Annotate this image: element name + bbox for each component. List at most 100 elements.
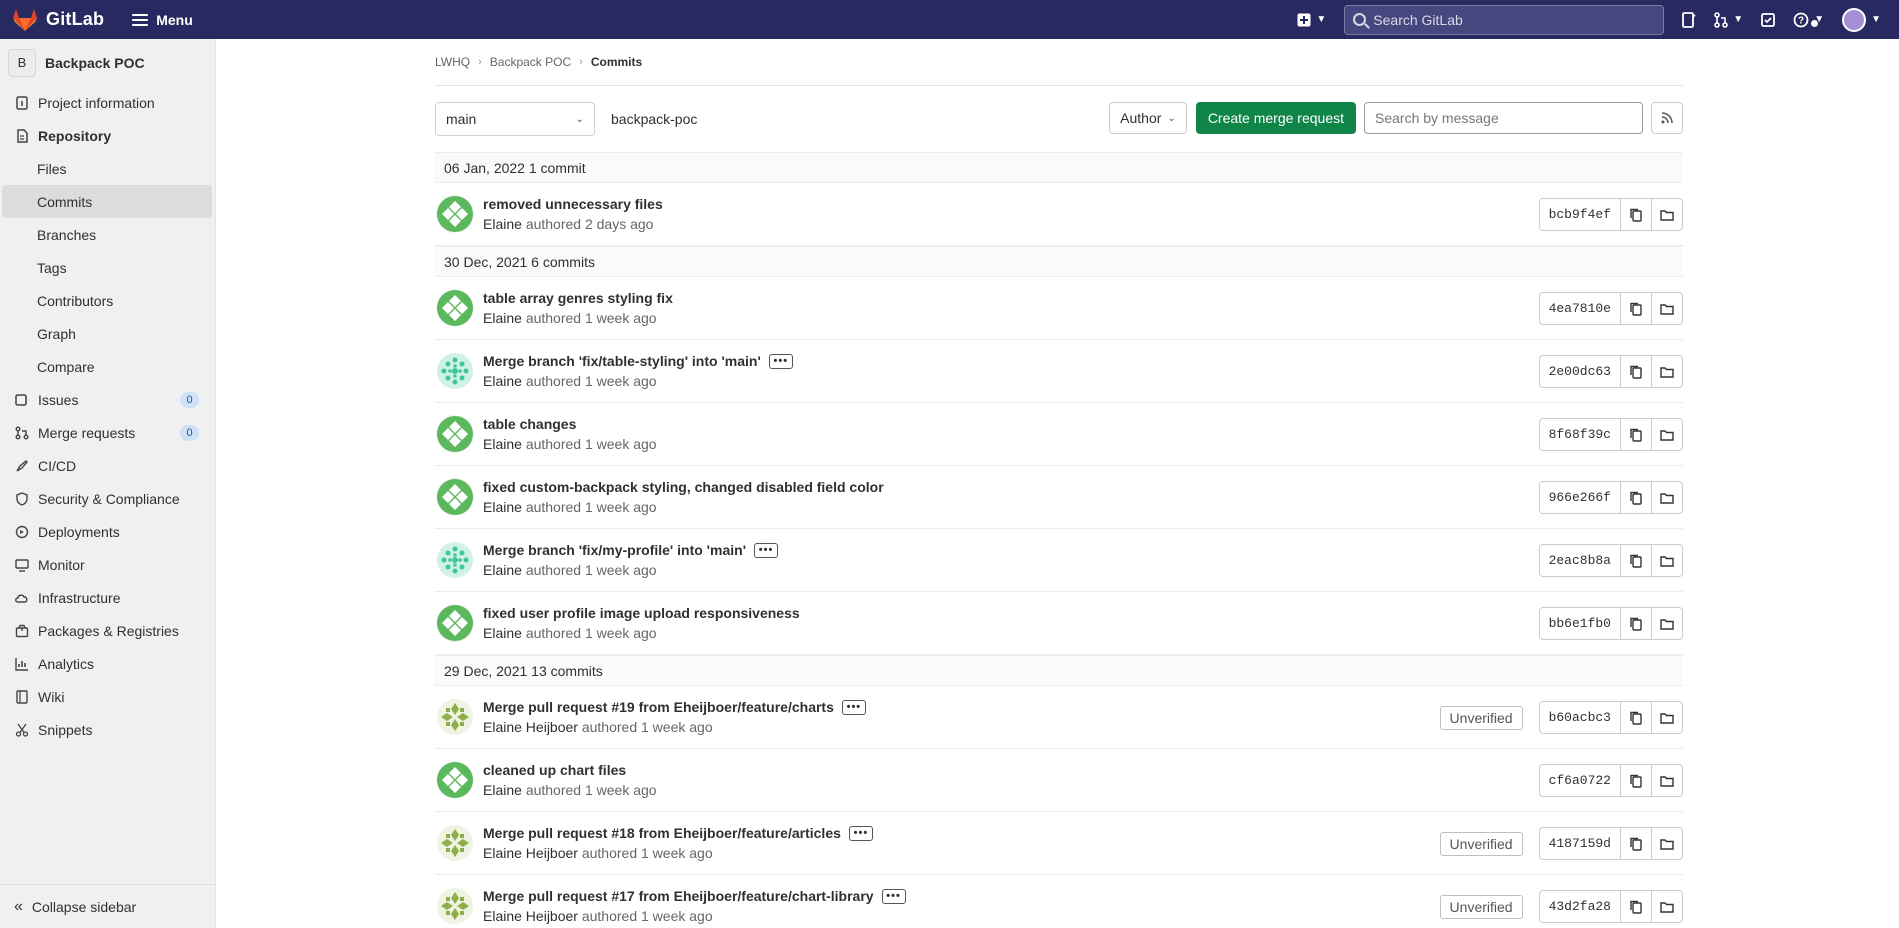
author-avatar[interactable] bbox=[436, 604, 474, 642]
merge-requests-top-button[interactable]: ▼ bbox=[1714, 11, 1743, 28]
copy-sha-button[interactable] bbox=[1621, 418, 1652, 451]
copy-sha-button[interactable] bbox=[1621, 607, 1652, 640]
create-merge-request-button[interactable]: Create merge request bbox=[1195, 102, 1356, 134]
commit-title[interactable]: table array genres styling fix bbox=[483, 290, 673, 306]
commit-title[interactable]: removed unnecessary files bbox=[483, 196, 663, 212]
copy-sha-button[interactable] bbox=[1621, 481, 1652, 514]
sidebar-item-monitor[interactable]: Monitor bbox=[0, 548, 215, 581]
commit-title[interactable]: fixed user profile image upload responsi… bbox=[483, 605, 800, 621]
branch-selector[interactable]: main ⌄ bbox=[435, 102, 595, 136]
sidebar-item-branches[interactable]: Branches bbox=[0, 218, 215, 251]
commit-title[interactable]: Merge branch 'fix/my-profile' into 'main… bbox=[483, 542, 746, 558]
browse-files-button[interactable] bbox=[1652, 481, 1683, 514]
sidebar-item-security-compliance[interactable]: Security & Compliance bbox=[0, 482, 215, 515]
author-avatar[interactable] bbox=[436, 887, 474, 925]
copy-sha-button[interactable] bbox=[1621, 355, 1652, 388]
copy-sha-button[interactable] bbox=[1621, 198, 1652, 231]
commit-sha-button[interactable]: 2eac8b8a bbox=[1538, 544, 1621, 577]
browse-files-button[interactable] bbox=[1652, 544, 1683, 577]
expand-description-button[interactable]: ••• bbox=[848, 825, 873, 841]
author-avatar[interactable] bbox=[436, 541, 474, 579]
commit-title[interactable]: cleaned up chart files bbox=[483, 762, 626, 778]
sidebar-item-repository[interactable]: Repository bbox=[0, 119, 215, 152]
author-avatar[interactable] bbox=[436, 289, 474, 327]
sidebar-item-compare[interactable]: Compare bbox=[0, 350, 215, 383]
commit-sha-button[interactable]: cf6a0722 bbox=[1538, 764, 1621, 797]
sidebar-item-issues[interactable]: Issues 0 bbox=[0, 383, 215, 416]
author-avatar[interactable] bbox=[436, 352, 474, 390]
sidebar-project-header[interactable]: B Backpack POC bbox=[0, 39, 215, 86]
commit-sha-button[interactable]: 4187159d bbox=[1538, 827, 1621, 860]
browse-files-button[interactable] bbox=[1652, 827, 1683, 860]
author-avatar[interactable] bbox=[436, 761, 474, 799]
copy-sha-button[interactable] bbox=[1621, 292, 1652, 325]
unverified-badge[interactable]: Unverified bbox=[1439, 894, 1523, 919]
commit-title[interactable]: Merge pull request #19 from Eheijboer/fe… bbox=[483, 699, 834, 715]
copy-sha-button[interactable] bbox=[1621, 827, 1652, 860]
sidebar-item-contributors[interactable]: Contributors bbox=[0, 284, 215, 317]
commit-sha-button[interactable]: 43d2fa28 bbox=[1538, 890, 1621, 923]
breadcrumb-current[interactable]: Commits bbox=[591, 55, 642, 69]
author-filter-dropdown[interactable]: Author ⌄ bbox=[1109, 102, 1187, 134]
commit-title[interactable]: fixed custom-backpack styling, changed d… bbox=[483, 479, 884, 495]
sidebar-item-infrastructure[interactable]: Infrastructure bbox=[0, 581, 215, 614]
commit-sha-button[interactable]: 2e00dc63 bbox=[1538, 355, 1621, 388]
expand-description-button[interactable]: ••• bbox=[881, 888, 906, 904]
commit-sha-button[interactable]: 966e266f bbox=[1538, 481, 1621, 514]
browse-files-button[interactable] bbox=[1652, 890, 1683, 923]
browse-files-button[interactable] bbox=[1652, 418, 1683, 451]
expand-description-button[interactable]: ••• bbox=[768, 353, 793, 369]
sidebar-item-snippets[interactable]: Snippets bbox=[0, 713, 215, 746]
author-avatar[interactable] bbox=[436, 478, 474, 516]
sidebar-item-packages-registries[interactable]: Packages & Registries bbox=[0, 614, 215, 647]
copy-sha-button[interactable] bbox=[1621, 544, 1652, 577]
commit-author[interactable]: Elaine bbox=[483, 782, 522, 798]
commit-sha-button[interactable]: bb6e1fb0 bbox=[1538, 607, 1621, 640]
global-search-input[interactable]: Search GitLab bbox=[1344, 4, 1665, 35]
sidebar-item-commits[interactable]: Commits bbox=[2, 185, 212, 218]
commit-author[interactable]: Elaine bbox=[483, 625, 522, 641]
commit-sha-button[interactable]: 8f68f39c bbox=[1538, 418, 1621, 451]
sidebar-item-ci-cd[interactable]: CI/CD bbox=[0, 449, 215, 482]
sidebar-item-files[interactable]: Files bbox=[0, 152, 215, 185]
browse-files-button[interactable] bbox=[1652, 701, 1683, 734]
commit-sha-button[interactable]: bcb9f4ef bbox=[1538, 198, 1621, 231]
browse-files-button[interactable] bbox=[1652, 292, 1683, 325]
unverified-badge[interactable]: Unverified bbox=[1439, 831, 1523, 856]
sidebar-item-analytics[interactable]: Analytics bbox=[0, 647, 215, 680]
expand-description-button[interactable]: ••• bbox=[841, 699, 866, 715]
commit-sha-button[interactable]: b60acbc3 bbox=[1538, 701, 1621, 734]
browse-files-button[interactable] bbox=[1652, 355, 1683, 388]
sidebar-item-project-information[interactable]: Project information bbox=[0, 86, 215, 119]
commit-author[interactable]: Elaine bbox=[483, 216, 522, 232]
collapse-sidebar-button[interactable]: « Collapse sidebar bbox=[0, 884, 216, 928]
commit-title[interactable]: Merge pull request #17 from Eheijboer/fe… bbox=[483, 888, 874, 904]
author-avatar[interactable] bbox=[436, 698, 474, 736]
commit-title[interactable]: Merge pull request #18 from Eheijboer/fe… bbox=[483, 825, 841, 841]
expand-description-button[interactable]: ••• bbox=[754, 542, 779, 558]
sidebar-item-merge-requests[interactable]: Merge requests 0 bbox=[0, 416, 215, 449]
sidebar-item-deployments[interactable]: Deployments bbox=[0, 515, 215, 548]
commit-author[interactable]: Elaine bbox=[483, 562, 522, 578]
copy-sha-button[interactable] bbox=[1621, 890, 1652, 923]
sidebar-item-wiki[interactable]: Wiki bbox=[0, 680, 215, 713]
copy-sha-button[interactable] bbox=[1621, 764, 1652, 797]
commit-author[interactable]: Elaine bbox=[483, 436, 522, 452]
commit-author[interactable]: Elaine Heijboer bbox=[483, 719, 578, 735]
rss-feed-button[interactable] bbox=[1651, 102, 1683, 134]
commit-author[interactable]: Elaine Heijboer bbox=[483, 908, 578, 924]
commit-title[interactable]: table changes bbox=[483, 416, 576, 432]
author-avatar[interactable] bbox=[436, 415, 474, 453]
copy-sha-button[interactable] bbox=[1621, 701, 1652, 734]
breadcrumb-project[interactable]: Backpack POC bbox=[490, 55, 571, 69]
commit-author[interactable]: Elaine bbox=[483, 499, 522, 515]
browse-files-button[interactable] bbox=[1652, 607, 1683, 640]
gitlab-logo[interactable]: GitLab bbox=[12, 8, 104, 32]
unverified-badge[interactable]: Unverified bbox=[1439, 705, 1523, 730]
author-avatar[interactable] bbox=[436, 195, 474, 233]
commit-message-search-input[interactable] bbox=[1364, 102, 1643, 134]
browse-files-button[interactable] bbox=[1652, 764, 1683, 797]
browse-files-button[interactable] bbox=[1652, 198, 1683, 231]
breadcrumb-group[interactable]: LWHQ bbox=[435, 55, 470, 69]
todos-button[interactable] bbox=[1761, 12, 1776, 27]
